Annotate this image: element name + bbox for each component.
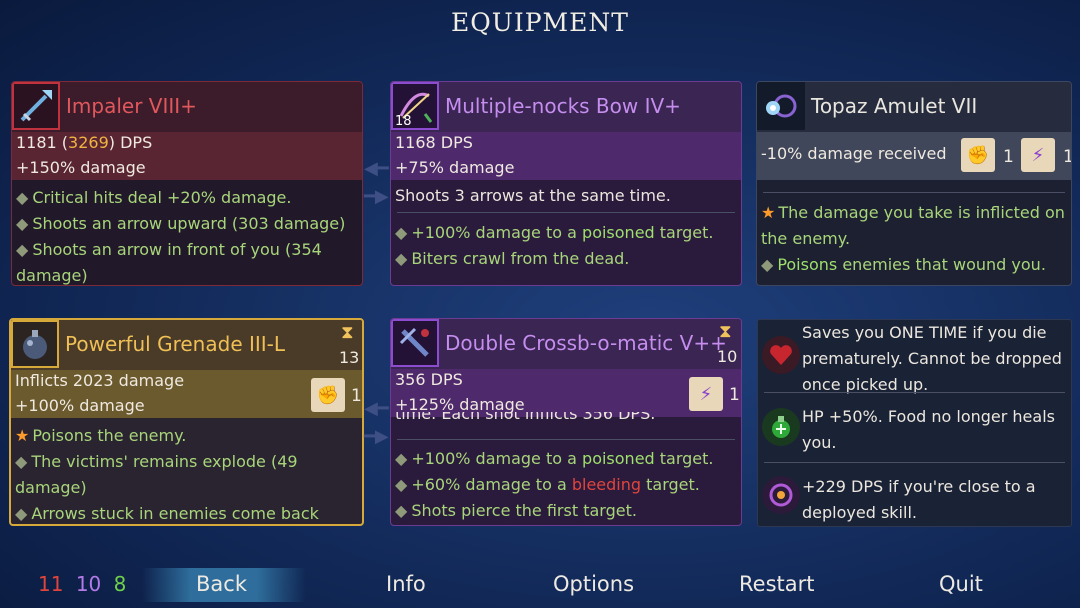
effect-line: ★ Poisons the enemy. — [15, 426, 187, 445]
weapon-card-bow[interactable]: 18 Multiple-nocks Bow IV+ 1168 DPS +75% … — [390, 81, 742, 286]
effect-line: ◆ Shots pierce the first target. — [395, 501, 637, 520]
effect-line: the enemy. — [761, 229, 851, 248]
item-stats: Inflicts 2023 damage +100% damage ✊ 1 — [11, 370, 362, 418]
damage-bonus: +100% damage — [15, 396, 145, 415]
crossbow-icon — [391, 319, 439, 367]
bow-icon: 18 — [391, 82, 439, 130]
survival-count: 8 — [113, 572, 127, 596]
swap-arrow-icon[interactable]: ◀━ — [364, 398, 390, 419]
restart-button[interactable]: Restart — [739, 572, 814, 596]
skill-card-grenade[interactable]: Powerful Grenade III-L ⧗ 13 Inflicts 202… — [9, 318, 364, 526]
swap-arrow-icon[interactable]: ━▶ — [364, 186, 390, 207]
item-name: Multiple-nocks Bow IV+ — [445, 94, 681, 118]
dps-line: 1181 (3269) DPS — [16, 133, 153, 152]
card-header: Topaz Amulet VII — [757, 82, 1071, 132]
effect-line: ◆ +100% damage to a poisoned target. — [395, 223, 714, 242]
item-stats: 356 DPS +125% damage ⚡ 1 — [391, 369, 741, 417]
effect-line: ◆ Biters crawl from the dead. — [395, 249, 630, 268]
cooldown-value: 10 — [717, 347, 738, 366]
effect-line: ◆ +60% damage to a bleeding target. — [395, 475, 700, 494]
info-button[interactable]: Info — [386, 572, 426, 596]
dps-line: 1168 DPS — [395, 133, 473, 152]
effect-line: ◆ Poisons enemies that wound you. — [761, 255, 1046, 274]
damage-line: Inflicts 2023 damage — [15, 371, 185, 390]
item-stats: -10% damage received ✊ 1 ⚡ 1 — [757, 132, 1071, 180]
card-header: Powerful Grenade III-L ⧗ 13 — [11, 320, 362, 370]
scroll-stats: 11 10 8 — [38, 572, 126, 596]
lightning-scroll-icon: ⚡ — [1021, 138, 1055, 172]
effect-line: ◆ Shoots an arrow in front of you (354 — [16, 240, 322, 259]
options-button[interactable]: Options — [553, 572, 634, 596]
mutations-panel: Saves you ONE TIME if you die prematurely… — [757, 319, 1072, 527]
cooldown-value: 13 — [339, 348, 360, 367]
quit-button[interactable]: Quit — [939, 572, 983, 596]
lightning-scroll-icon: ⚡ — [689, 377, 723, 411]
eye-icon — [762, 476, 800, 514]
mutation-text: Saves you ONE TIME if you die prematurely… — [802, 323, 1062, 394]
heart-icon — [762, 336, 800, 374]
grenade-icon — [11, 320, 59, 368]
item-name: Powerful Grenade III-L — [65, 332, 286, 356]
damage-bonus: +75% damage — [395, 158, 515, 177]
brutality-count: 11 — [38, 572, 64, 596]
skill-card-crossbow[interactable]: Double Crossb-o-matic V++ ⧗ 10 356 DPS +… — [390, 318, 742, 526]
mutation-text: HP +50%. Food no longer heals you. — [802, 407, 1055, 452]
item-stats: 1181 (3269) DPS +150% damage — [12, 132, 362, 180]
divider — [397, 439, 735, 440]
item-stats: 1168 DPS +75% damage — [391, 132, 741, 180]
amulet-card[interactable]: Topaz Amulet VII -10% damage received ✊ … — [756, 81, 1072, 286]
item-name: Impaler VIII+ — [66, 94, 197, 118]
swap-arrow-icon[interactable]: ━▶ — [364, 426, 390, 447]
stat-line: -10% damage received — [761, 144, 947, 163]
fist-scroll-icon: ✊ — [961, 138, 995, 172]
effect-line: ◆ The victims' remains explode (49 — [15, 452, 298, 471]
mutation-text: +229 DPS if you're close to a deployed sk… — [802, 477, 1036, 522]
item-level: 18 — [395, 114, 412, 129]
card-header: 18 Multiple-nocks Bow IV+ — [391, 82, 741, 132]
potion-icon — [762, 408, 800, 446]
divider — [763, 192, 1065, 193]
spear-icon — [12, 82, 60, 130]
bottom-menu-bar: 11 10 8 Back Info Options Restart Quit — [0, 564, 1080, 608]
item-name: Double Crossb-o-matic V++ — [445, 331, 727, 355]
card-header: Impaler VIII+ — [12, 82, 362, 132]
hourglass-icon: ⧗ — [719, 321, 732, 342]
scroll-count: 1 — [1063, 147, 1071, 167]
amulet-icon — [757, 82, 805, 130]
card-header: Double Crossb-o-matic V++ ⧗ 10 — [391, 319, 741, 369]
damage-bonus: +150% damage — [16, 158, 146, 177]
effect-line: ◆ Arrows stuck in enemies come back — [15, 504, 319, 523]
divider — [764, 392, 1065, 393]
scroll-count: 1 — [351, 386, 362, 406]
weapon-card-impaler[interactable]: Impaler VIII+ 1181 (3269) DPS +150% dama… — [11, 81, 363, 286]
item-description: Shoots 3 arrows at the same time. — [395, 186, 671, 205]
divider — [764, 462, 1065, 463]
item-name: Topaz Amulet VII — [811, 94, 978, 118]
dps-line: 356 DPS — [395, 370, 463, 389]
back-button-label[interactable]: Back — [196, 572, 247, 596]
tactics-count: 10 — [75, 572, 102, 596]
mutation-item[interactable]: Saves you ONE TIME if you die prematurely… — [758, 320, 1071, 394]
mutation-item[interactable]: HP +50%. Food no longer heals you. — [758, 404, 1071, 460]
item-description: time. Each shot inflicts 356 DPS. — [395, 412, 656, 423]
page-title: EQUIPMENT — [451, 8, 629, 37]
effect-line: damage) — [15, 478, 87, 497]
mutation-item[interactable]: +229 DPS if you're close to a deployed sk… — [758, 474, 1071, 528]
divider — [397, 212, 735, 213]
effect-line: ★ The damage you take is inflicted on — [761, 203, 1065, 222]
effect-line: damage) — [16, 266, 88, 285]
effect-line: ◆ +100% damage to a poisoned target. — [395, 449, 714, 468]
swap-arrow-icon[interactable]: ◀━ — [364, 158, 390, 179]
scroll-count: 1 — [729, 385, 740, 405]
scroll-count: 1 — [1003, 147, 1014, 167]
hourglass-icon: ⧗ — [341, 322, 354, 343]
fist-scroll-icon: ✊ — [311, 378, 345, 412]
effect-line: ◆ Critical hits deal +20% damage. — [16, 188, 292, 207]
effect-line: ◆ Shoots an arrow upward (303 damage) — [16, 214, 346, 233]
